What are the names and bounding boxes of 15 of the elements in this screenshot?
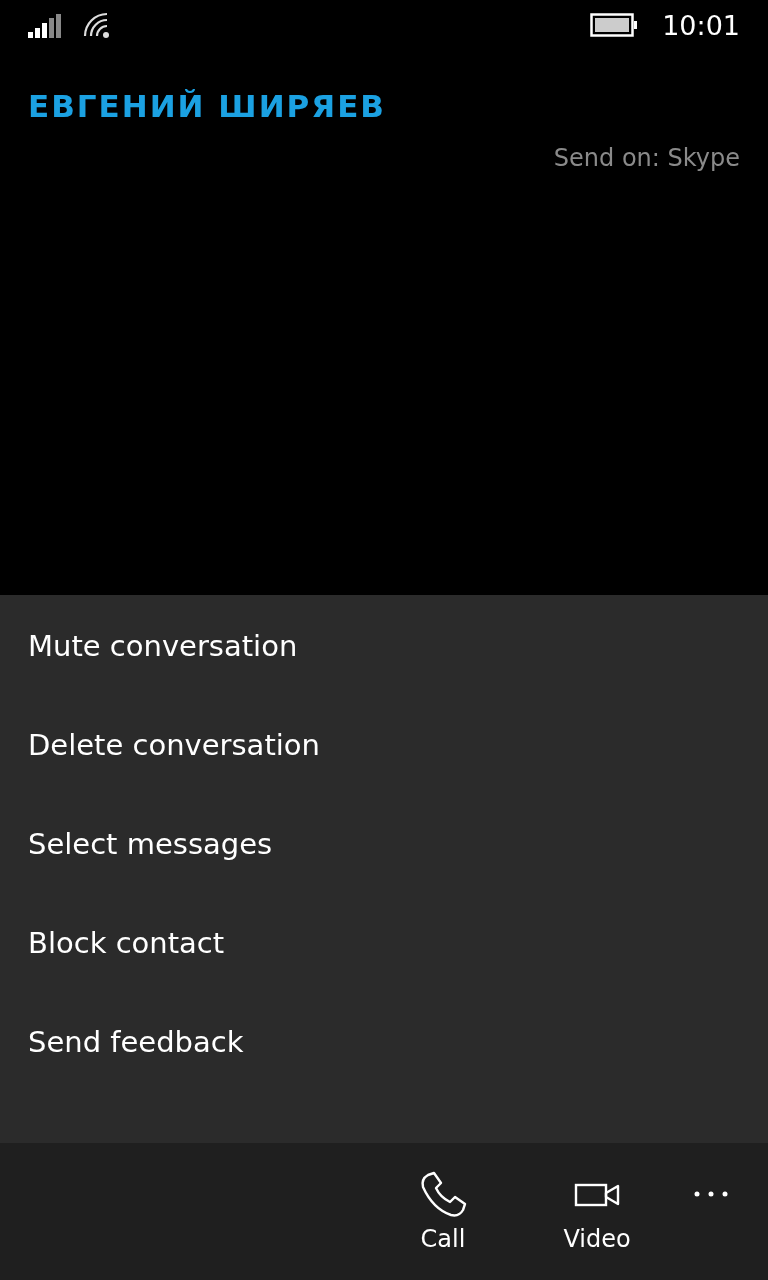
contact-name: ЕВГЕНИЙ ШИРЯЕВ [28,88,386,124]
menu-item[interactable]: Mute conversation [0,622,768,721]
battery-icon [590,13,639,37]
wifi-icon [83,12,111,38]
menu-item[interactable]: Send feedback [0,1018,768,1117]
clock-time: 10:01 [662,9,740,41]
send-on-selector[interactable]: Send on: Skype [553,144,740,172]
video-button[interactable]: Video [520,1171,674,1253]
signal-icon [28,14,61,38]
menu-item[interactable]: Block contact [0,919,768,1018]
more-icon [694,1191,728,1197]
menu-item[interactable]: Select messages [0,820,768,919]
menu-item[interactable]: Delete conversation [0,721,768,820]
phone-icon [419,1171,467,1219]
call-button[interactable]: Call [366,1171,520,1253]
